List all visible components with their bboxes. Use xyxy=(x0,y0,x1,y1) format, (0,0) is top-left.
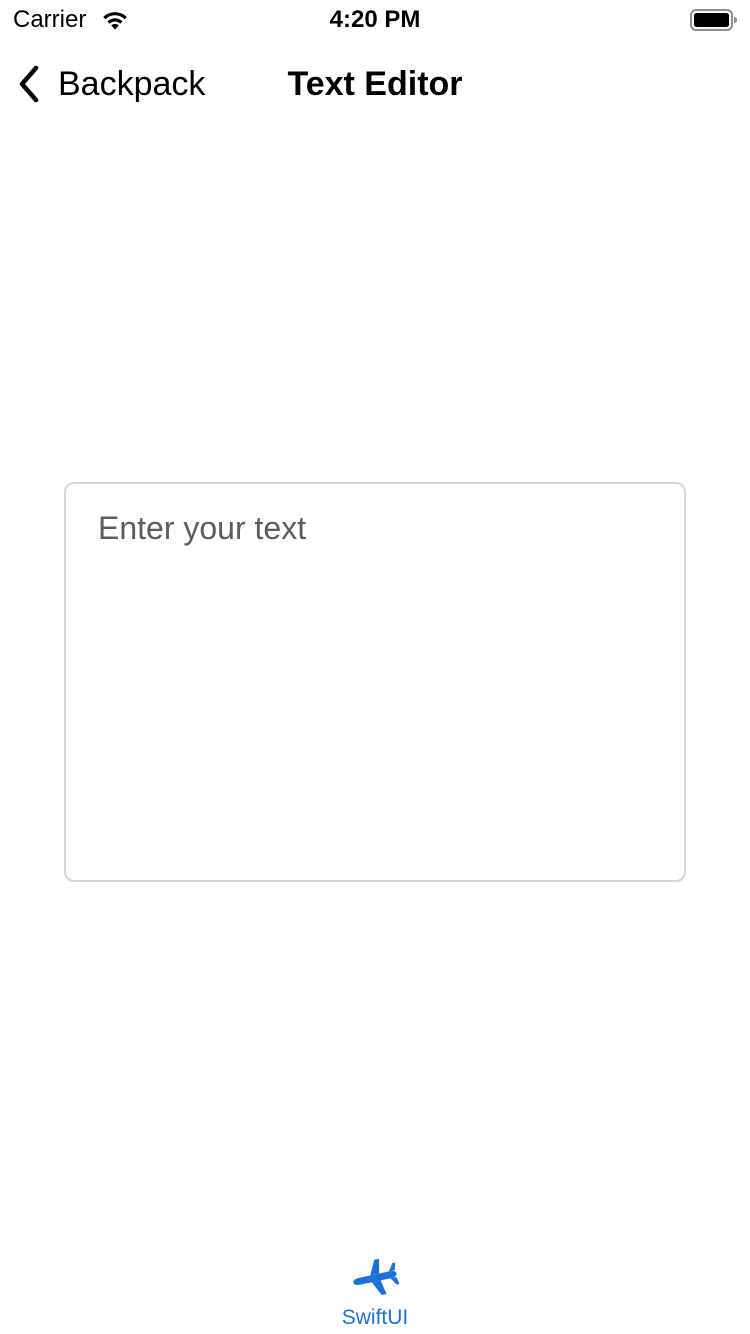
page-title: Text Editor xyxy=(287,65,463,103)
tab-swiftui[interactable]: SwiftUI xyxy=(315,1250,435,1334)
airplane-icon xyxy=(353,1258,399,1295)
status-bar: Carrier 4:20 PM xyxy=(0,0,750,40)
tab-swiftui-label: SwiftUI xyxy=(341,1306,409,1329)
navigation-bar: Backpack Text Editor xyxy=(0,40,750,128)
status-time: 4:20 PM xyxy=(329,6,421,33)
tab-bar: SwiftUI xyxy=(0,1236,750,1334)
text-editor[interactable]: Enter your text xyxy=(64,482,686,882)
text-editor-placeholder: Enter your text xyxy=(98,510,307,546)
battery-icon xyxy=(690,9,737,31)
